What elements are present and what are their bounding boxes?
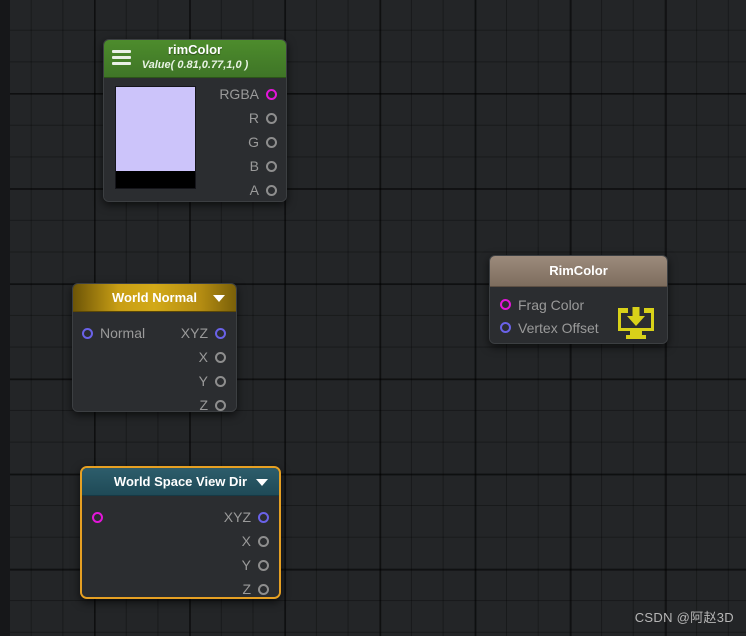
color-swatch-preview[interactable] — [115, 86, 196, 173]
chevron-down-icon[interactable] — [256, 478, 268, 486]
output-port-label: Y — [241, 557, 251, 573]
input-port-frag-color[interactable]: Frag Color — [500, 293, 599, 316]
input-port-normal[interactable]: Normal — [82, 321, 145, 345]
node-world-normal[interactable]: World Normal Normal XYZ X Y Z — [72, 283, 237, 412]
node-body-world-space-view-dir: XYZ X Y Z — [82, 496, 279, 597]
node-body-rim-color-master: Frag Color Vertex Offset — [490, 287, 667, 343]
output-port-rgba[interactable]: RGBA — [187, 82, 277, 106]
port-circle-blue[interactable] — [215, 327, 226, 339]
port-circle-gray[interactable] — [215, 375, 226, 387]
node-rim-color-property[interactable]: rimColor Value( 0.81,0.77,1,0 ) RGBA R G — [103, 39, 287, 202]
output-port-z[interactable]: Z — [224, 577, 269, 597]
output-port-list: RGBA R G B A — [187, 82, 277, 201]
node-title: RimColor — [549, 263, 608, 278]
canvas-left-gutter — [0, 0, 10, 636]
output-port-xyz[interactable]: XYZ — [181, 321, 226, 345]
port-circle-blue[interactable] — [500, 322, 511, 333]
port-circle-gray[interactable] — [266, 160, 277, 172]
output-port-label: RGBA — [219, 86, 259, 102]
alpha-channel-bar — [115, 171, 196, 189]
output-port-label: G — [248, 134, 259, 150]
node-body-rim-color-property: RGBA R G B A — [104, 78, 286, 201]
node-body-world-normal: Normal XYZ X Y Z — [73, 312, 236, 412]
node-title: World Normal — [112, 290, 197, 305]
port-circle-gray[interactable] — [258, 559, 269, 571]
output-port-label: XYZ — [223, 509, 251, 525]
hamburger-line-3 — [112, 62, 131, 65]
output-port-r[interactable]: R — [187, 106, 277, 130]
port-circle-magenta[interactable] — [92, 511, 103, 523]
output-port-list: XYZ X Y Z — [224, 505, 269, 597]
output-port-label: Y — [198, 373, 208, 389]
output-port-label: Z — [242, 581, 251, 597]
port-circle-gray[interactable] — [258, 535, 269, 547]
output-port-label: XYZ — [180, 325, 208, 341]
port-circle-gray[interactable] — [266, 184, 277, 196]
node-rim-color-master[interactable]: RimColor Frag Color Vertex Offset — [489, 255, 668, 344]
input-port-label: Vertex Offset — [518, 319, 599, 336]
node-subtitle-value: Value( 0.81,0.77,1,0 ) — [141, 59, 249, 71]
output-port-list: XYZ X Y Z — [181, 321, 226, 412]
output-port-x[interactable]: X — [181, 345, 226, 369]
download-to-monitor-icon[interactable] — [615, 305, 657, 343]
input-port-list — [92, 505, 103, 529]
watermark-text: CSDN @阿赵3D — [634, 610, 734, 625]
input-port-vertex-offset[interactable]: Vertex Offset — [500, 316, 599, 339]
port-circle-blue[interactable] — [258, 511, 269, 523]
output-port-label: R — [248, 110, 259, 126]
output-port-a[interactable]: A — [187, 178, 277, 201]
port-circle-gray[interactable] — [258, 583, 269, 595]
output-port-z[interactable]: Z — [181, 393, 226, 412]
port-circle-gray[interactable] — [266, 136, 277, 148]
input-port-label: Normal — [100, 325, 146, 341]
input-port-list: Frag Color Vertex Offset — [500, 293, 599, 339]
output-port-y[interactable]: Y — [181, 369, 226, 393]
node-header-world-normal[interactable]: World Normal — [73, 284, 236, 312]
output-port-label: B — [249, 158, 259, 174]
output-port-b[interactable]: B — [187, 154, 277, 178]
output-port-y[interactable]: Y — [224, 553, 269, 577]
node-header-rim-color-master[interactable]: RimColor — [490, 256, 667, 287]
output-port-g[interactable]: G — [187, 130, 277, 154]
chevron-down-icon[interactable] — [213, 294, 225, 302]
input-port-list: Normal — [82, 321, 145, 345]
output-port-label: A — [249, 182, 259, 198]
node-title: rimColor — [167, 42, 223, 57]
port-circle-magenta[interactable] — [500, 299, 511, 310]
output-port-xyz[interactable]: XYZ — [224, 505, 269, 529]
hamburger-icon[interactable] — [112, 50, 131, 65]
shader-graph-canvas[interactable]: rimColor Value( 0.81,0.77,1,0 ) RGBA R G — [0, 0, 746, 636]
port-circle-gray[interactable] — [266, 112, 277, 124]
output-port-label: X — [241, 533, 251, 549]
input-port-label: Frag Color — [518, 296, 585, 313]
hamburger-line-2 — [112, 56, 131, 59]
port-circle-gray[interactable] — [215, 351, 226, 363]
port-circle-blue[interactable] — [82, 327, 93, 339]
output-port-label: X — [198, 349, 208, 365]
output-port-x[interactable]: X — [224, 529, 269, 553]
output-port-label: Z — [199, 397, 208, 412]
node-title: World Space View Dir — [113, 474, 248, 489]
node-world-space-view-dir[interactable]: World Space View Dir XYZ X Y Z — [80, 466, 281, 599]
input-port-unlabeled[interactable] — [92, 505, 103, 529]
hamburger-line-1 — [112, 50, 131, 53]
port-circle-magenta[interactable] — [266, 88, 277, 100]
port-circle-gray[interactable] — [215, 399, 226, 411]
node-header-world-space-view-dir[interactable]: World Space View Dir — [82, 468, 279, 496]
node-header-rim-color-property[interactable]: rimColor Value( 0.81,0.77,1,0 ) — [104, 40, 286, 78]
